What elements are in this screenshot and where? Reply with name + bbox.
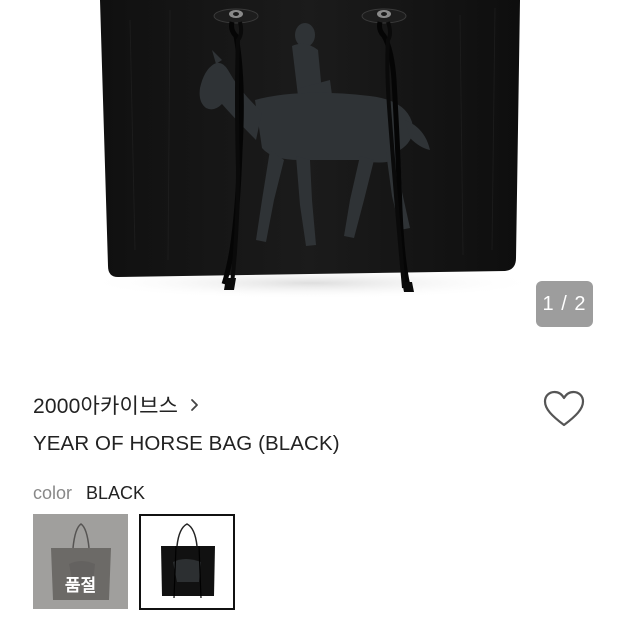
brand-link[interactable]: 2000아카이브스 (33, 390, 202, 420)
product-title: YEAR OF HORSE BAG (BLACK) (33, 432, 340, 455)
horse-tote-bag-image (82, 0, 542, 299)
color-option-row: color BLACK (33, 483, 145, 504)
brand-name: 2000아카이브스 (33, 395, 179, 418)
color-swatch-black[interactable] (139, 514, 235, 610)
image-page-indicator: 1 / 2 (536, 281, 593, 327)
product-image-gallery[interactable]: 1 / 2 (0, 0, 620, 345)
black-bag-thumbnail (141, 516, 233, 608)
color-swatch-gray[interactable]: 품절 (33, 514, 128, 609)
option-selected-value: BLACK (86, 483, 146, 503)
product-detail-page: 1 / 2 2000아카이브스 YEAR OF HORSE BAG (BLACK… (0, 0, 620, 620)
heart-outline-icon (543, 390, 585, 427)
soldout-badge: 품절 (64, 576, 97, 595)
chevron-right-icon (188, 395, 202, 415)
wishlist-button[interactable] (542, 389, 586, 429)
option-label: color (33, 483, 73, 503)
